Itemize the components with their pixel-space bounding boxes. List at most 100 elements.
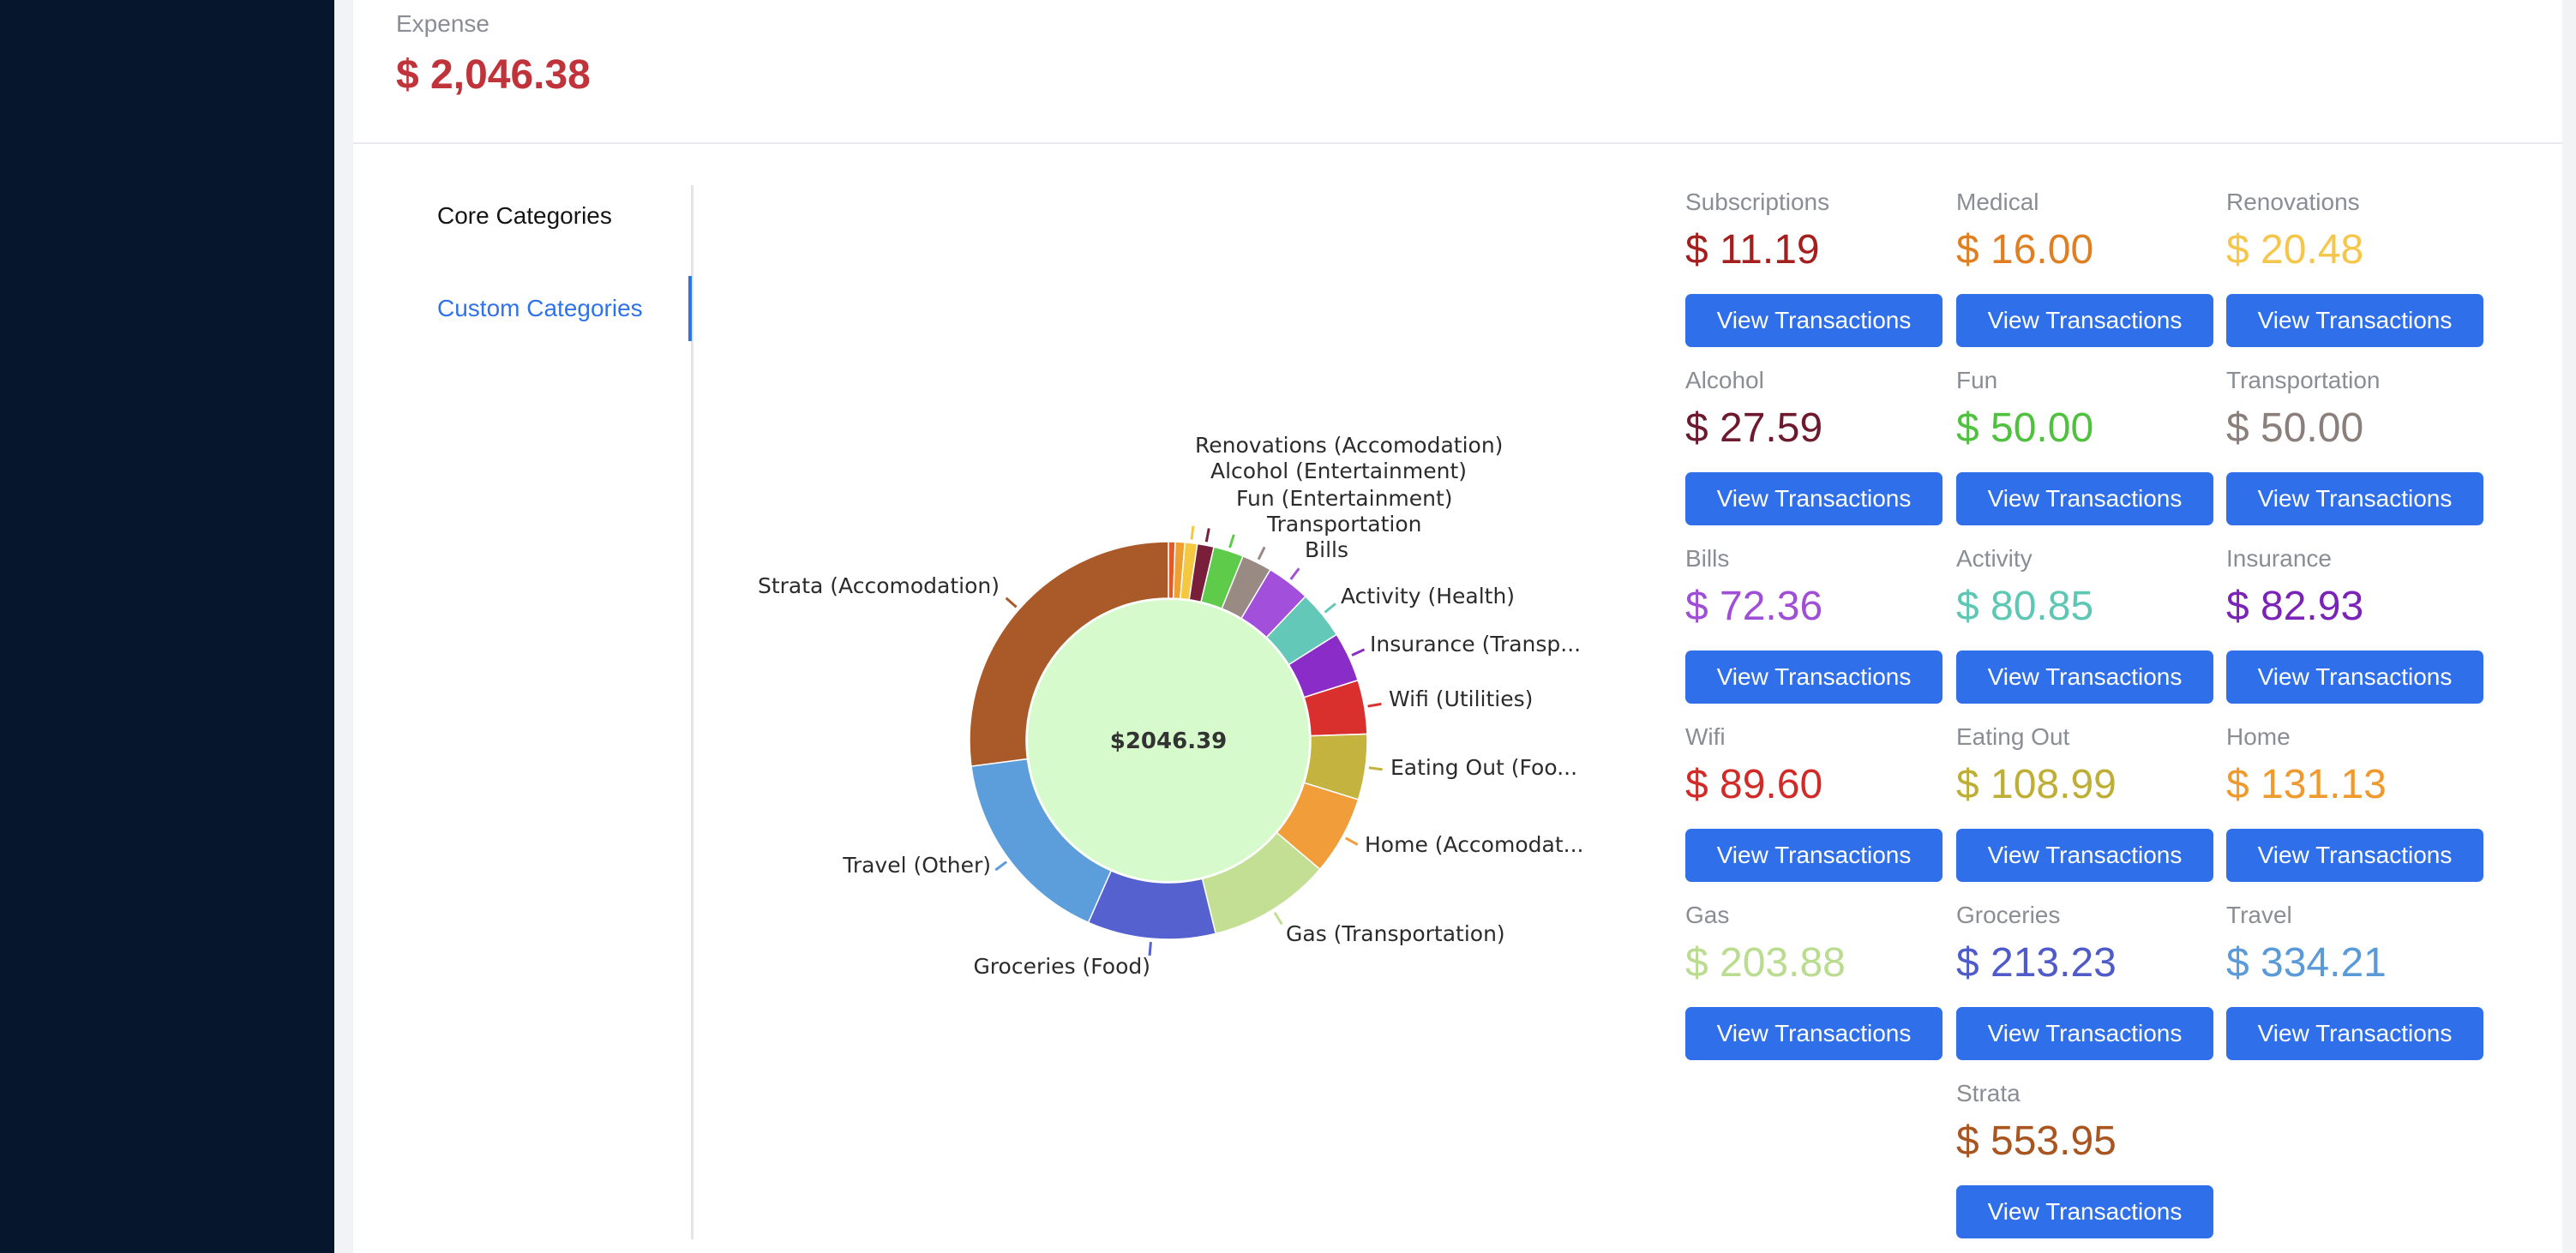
view-transactions-button-groceries[interactable]: View Transactions xyxy=(1956,1007,2213,1060)
category-card-subscriptions: Subscriptions $ 11.19 View Transactions xyxy=(1685,189,1943,360)
tab-core-categories[interactable]: Core Categories xyxy=(437,202,612,230)
category-card-amount: $ 334.21 xyxy=(2226,940,2387,986)
category-card-wifi: Wifi $ 89.60 View Transactions xyxy=(1685,723,1943,895)
slice-label: Home (Accomodat... xyxy=(1365,832,1583,857)
view-transactions-button-alcohol[interactable]: View Transactions xyxy=(1685,472,1943,525)
category-card-alcohol: Alcohol $ 27.59 View Transactions xyxy=(1685,367,1943,538)
category-card-amount: $ 20.48 xyxy=(2226,227,2364,273)
category-card-title: Gas xyxy=(1685,902,1730,928)
category-card-title: Alcohol xyxy=(1685,367,1764,393)
category-card-title: Groceries xyxy=(1956,902,2061,928)
slice-label: Alcohol (Entertainment) xyxy=(1210,459,1467,483)
category-card-title: Strata xyxy=(1956,1080,2021,1106)
category-card-amount: $ 50.00 xyxy=(2226,405,2364,451)
donut-center-total: $2046.39 xyxy=(1110,728,1228,754)
view-transactions-button-insurance[interactable]: View Transactions xyxy=(2226,650,2483,704)
category-card-renovations: Renovations $ 20.48 View Transactions xyxy=(2226,189,2483,360)
category-card-title: Renovations xyxy=(2226,189,2360,215)
donut-slice-groceries-food[interactable] xyxy=(1087,869,1217,940)
category-card-amount: $ 82.93 xyxy=(2226,584,2364,629)
category-card-medical: Medical $ 16.00 View Transactions xyxy=(1956,189,2213,360)
slice-label: Bills xyxy=(1305,537,1348,562)
label-leader-line xyxy=(994,860,1008,872)
category-card-title: Activity xyxy=(1956,545,2033,572)
view-transactions-button-subscriptions[interactable]: View Transactions xyxy=(1685,294,1943,347)
category-card-amount: $ 72.36 xyxy=(1685,584,1823,629)
label-leader-line xyxy=(1368,766,1383,771)
category-card-title: Insurance xyxy=(2226,545,2332,572)
expense-label: Expense xyxy=(396,10,489,37)
slice-label: Renovations (Accomodation) xyxy=(1195,433,1503,458)
category-card-title: Eating Out xyxy=(1956,723,2070,750)
category-card-fun: Fun $ 50.00 View Transactions xyxy=(1956,367,2213,538)
slice-label: Eating Out (Foo... xyxy=(1390,755,1577,780)
view-transactions-button-travel[interactable]: View Transactions xyxy=(2226,1007,2483,1060)
category-card-title: Bills xyxy=(1685,545,1730,572)
category-card-amount: $ 203.88 xyxy=(1685,940,1846,986)
category-card-amount: $ 11.19 xyxy=(1685,227,1820,273)
category-card-title: Medical xyxy=(1956,189,2039,215)
label-leader-line xyxy=(1351,648,1366,656)
label-leader-line xyxy=(1289,567,1300,580)
view-transactions-button-strata[interactable]: View Transactions xyxy=(1956,1185,2213,1238)
content-gutter-right xyxy=(2562,0,2576,1253)
category-donut-chart: Renovations (Accomodation)Alcohol (Enter… xyxy=(758,433,1584,979)
category-card-amount: $ 89.60 xyxy=(1685,762,1823,807)
slice-label: Wifi (Utilities) xyxy=(1389,686,1533,711)
category-card-strata: Strata $ 553.95 View Transactions xyxy=(1956,1080,2213,1251)
view-transactions-button-wifi[interactable]: View Transactions xyxy=(1685,829,1943,882)
view-transactions-button-eating-out[interactable]: View Transactions xyxy=(1956,829,2213,882)
category-card-activity: Activity $ 80.85 View Transactions xyxy=(1956,545,2213,716)
category-card-amount: $ 27.59 xyxy=(1685,405,1823,451)
view-transactions-button-activity[interactable]: View Transactions xyxy=(1956,650,2213,704)
view-transactions-button-home[interactable]: View Transactions xyxy=(2226,829,2483,882)
category-card-transportation: Transportation $ 50.00 View Transactions xyxy=(2226,367,2483,538)
slice-label: Activity (Health) xyxy=(1341,584,1515,609)
category-tabs: Core Categories Custom Categories xyxy=(396,185,694,1239)
slice-label: Groceries (Food) xyxy=(973,954,1150,979)
label-leader-line xyxy=(1324,603,1336,614)
category-card-amount: $ 553.95 xyxy=(1956,1118,2117,1164)
label-leader-line xyxy=(1344,836,1359,846)
category-card-travel: Travel $ 334.21 View Transactions xyxy=(2226,902,2483,1073)
summary-divider xyxy=(353,142,2562,144)
category-card-title: Wifi xyxy=(1685,723,1726,750)
category-card-bills: Bills $ 72.36 View Transactions xyxy=(1685,545,1943,716)
category-card-amount: $ 80.85 xyxy=(1956,584,2094,629)
slice-label: Gas (Transportation) xyxy=(1286,921,1505,946)
category-card-amount: $ 213.23 xyxy=(1956,940,2117,986)
label-leader-line xyxy=(1204,528,1210,543)
slice-label: Insurance (Transp... xyxy=(1370,632,1581,656)
category-card-title: Subscriptions xyxy=(1685,189,1830,215)
view-transactions-button-medical[interactable]: View Transactions xyxy=(1956,294,2213,347)
slice-label: Fun (Entertainment) xyxy=(1236,486,1453,511)
label-leader-line xyxy=(1005,597,1018,609)
category-card-title: Travel xyxy=(2226,902,2292,928)
slice-label: Transportation xyxy=(1266,512,1422,537)
view-transactions-button-gas[interactable]: View Transactions xyxy=(1685,1007,1943,1060)
category-card-amount: $ 16.00 xyxy=(1956,227,2094,273)
view-transactions-button-renovations[interactable]: View Transactions xyxy=(2226,294,2483,347)
active-tab-indicator xyxy=(688,276,692,341)
category-card-home: Home $ 131.13 View Transactions xyxy=(2226,723,2483,895)
label-leader-line xyxy=(1273,912,1283,926)
expense-total: $ 2,046.38 xyxy=(396,52,591,98)
tab-custom-categories[interactable]: Custom Categories xyxy=(437,295,643,322)
view-transactions-button-transportation[interactable]: View Transactions xyxy=(2226,472,2483,525)
category-card-amount: $ 131.13 xyxy=(2226,762,2387,807)
label-leader-line xyxy=(1367,702,1382,708)
app-sidebar xyxy=(0,0,334,1253)
category-card-insurance: Insurance $ 82.93 View Transactions xyxy=(2226,545,2483,716)
label-leader-line xyxy=(1190,525,1195,540)
label-leader-line xyxy=(1257,546,1266,561)
label-leader-line xyxy=(1228,534,1235,549)
category-card-groceries: Groceries $ 213.23 View Transactions xyxy=(1956,902,2213,1073)
category-card-title: Home xyxy=(2226,723,2291,750)
view-transactions-button-fun[interactable]: View Transactions xyxy=(1956,472,2213,525)
content-gutter-left xyxy=(334,0,353,1253)
category-card-title: Transportation xyxy=(2226,367,2381,393)
category-card-amount: $ 108.99 xyxy=(1956,762,2117,807)
slice-label: Travel (Other) xyxy=(842,853,991,878)
view-transactions-button-bills[interactable]: View Transactions xyxy=(1685,650,1943,704)
slice-label: Strata (Accomodation) xyxy=(758,573,1000,598)
